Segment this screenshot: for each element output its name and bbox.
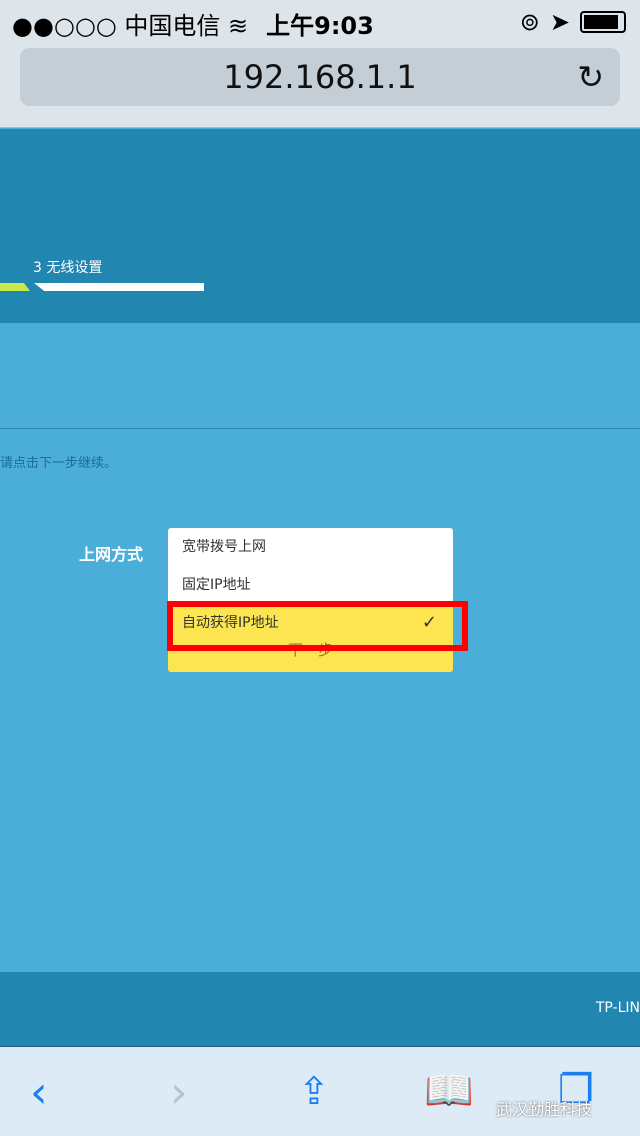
url-field[interactable]: 192.168.1.1 ↻	[20, 48, 620, 106]
step-label: 3 无线设置	[33, 260, 103, 276]
highlight-box	[167, 601, 468, 651]
share-icon[interactable]: ⇪	[298, 1069, 330, 1113]
location-icon: ➤	[549, 8, 570, 36]
bookmarks-icon[interactable]: 📖	[424, 1067, 474, 1114]
status-bar: ●●○○○ 中国电信 ≋ 上午9:03 ⊚ ➤	[0, 0, 640, 40]
browser-toolbar: ‹ › ⇪ 📖 ❐	[0, 1046, 640, 1136]
option-static-ip[interactable]: 固定IP地址	[168, 566, 453, 604]
battery-icon	[580, 11, 626, 33]
option-pppoe[interactable]: 宽带拨号上网	[168, 528, 453, 566]
connection-type-label: 上网方式	[79, 545, 144, 564]
rotation-lock-icon: ⊚	[519, 8, 540, 36]
progress-bar	[34, 283, 204, 291]
divider	[0, 428, 640, 429]
watermark: 武汉勤胜科技	[496, 1100, 593, 1119]
hint-text: 请点击下一步继续。	[0, 456, 118, 471]
forward-icon[interactable]: ›	[170, 1067, 188, 1118]
footer: TP-LIN	[0, 972, 640, 1046]
browser-bar: 192.168.1.1 ↻	[0, 40, 640, 128]
reload-icon[interactable]: ↻	[577, 48, 604, 106]
brand: TP-LIN	[595, 1000, 640, 1016]
back-icon[interactable]: ‹	[30, 1067, 48, 1118]
wizard-header: 3 无线设置	[0, 129, 640, 323]
